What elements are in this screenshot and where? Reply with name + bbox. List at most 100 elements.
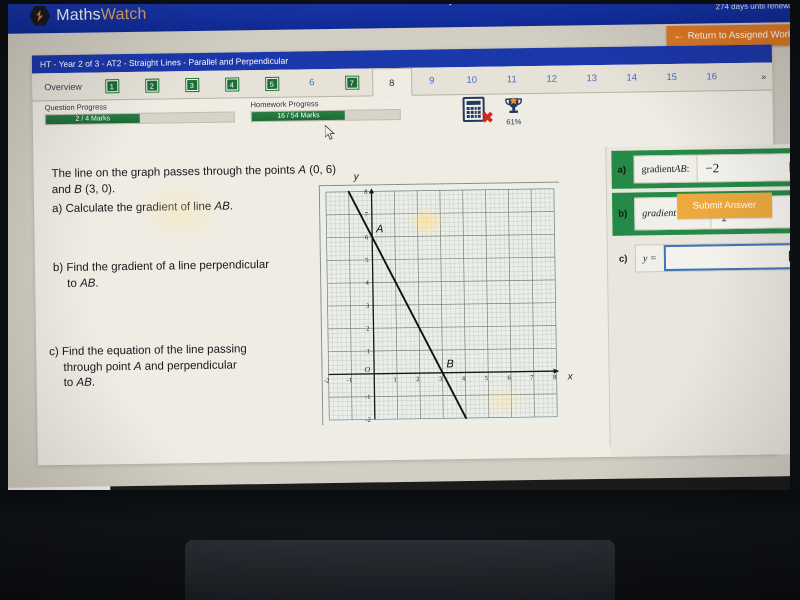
trophy-percent: 61% <box>506 117 522 127</box>
tab-question-16[interactable]: 16 <box>692 71 732 83</box>
logo-bolt-icon <box>34 10 46 22</box>
tab-question-2[interactable]: 2 <box>132 79 172 92</box>
question-progress: Question Progress 2 / 4 Marks <box>45 100 235 126</box>
answer-letter: a) <box>617 164 627 176</box>
part-a-prefix: a) Calculate the gradient of line <box>52 200 215 216</box>
y-tick-label: 1 <box>367 348 370 355</box>
tab-question-8[interactable]: 8 <box>371 67 412 97</box>
tab-label: 11 <box>506 74 517 86</box>
part-b-line2-var: AB <box>79 277 96 290</box>
screen-area: MathsWatch My Work Videos My Progress Ex… <box>0 0 800 512</box>
return-to-assigned-work-button[interactable]: ← Return to Assigned Work <box>666 24 800 48</box>
tabs-more-button[interactable]: » <box>761 71 772 81</box>
part-b-line2-suffix: . <box>95 276 99 290</box>
x-tick-label: 5 <box>485 375 488 382</box>
tab-question-15[interactable]: 15 <box>652 72 692 84</box>
x-tick-label: 3 <box>439 376 442 383</box>
part-b-line1: b) Find the gradient of a line perpendic… <box>52 258 270 275</box>
answer-row-a: a) gradient AB: −2+ <box>611 147 800 189</box>
logo-hexagon-icon <box>29 5 50 26</box>
part-a-suffix: . <box>229 200 234 213</box>
mathswatch-logo[interactable]: MathsWatch <box>29 4 147 27</box>
logo-maths-text: Maths <box>56 5 101 24</box>
part-c-line2-prefix: through point <box>63 360 134 374</box>
monitor-photo: MathsWatch My Work Videos My Progress Ex… <box>0 0 800 600</box>
back-arrow-icon: ← <box>673 30 684 42</box>
answer-value-text: −2 <box>705 160 720 176</box>
intro-prefix: The line on the graph passes through the… <box>51 164 299 181</box>
question-part-a: a) Calculate the gradient of line AB. <box>52 199 342 215</box>
monitor-bezel-left <box>0 0 8 520</box>
part-c-line3-var: AB <box>76 376 92 389</box>
tab-question-9[interactable]: 9 <box>412 75 452 87</box>
homework-progress-value: 16 / 54 Marks <box>277 112 320 120</box>
part-b-line2: to AB. <box>53 272 338 292</box>
tab-label: 8 <box>389 78 395 90</box>
tab-complete-badge: 3 <box>185 78 198 91</box>
tab-question-4[interactable]: 4 <box>212 77 252 91</box>
answer-panel: a)gradient AB:−2+b)gradient perp.:12+c)y… <box>611 147 800 331</box>
tab-question-1[interactable]: 1 <box>92 79 132 92</box>
tab-complete-badge: 1 <box>105 79 118 92</box>
answer-input-a[interactable]: −2+ <box>696 153 800 182</box>
origin-label: O <box>365 365 371 374</box>
part-a-var: AB <box>214 200 230 213</box>
monitor-bezel-top <box>0 0 800 4</box>
answer-letter: b) <box>618 208 628 220</box>
calculator-cross-icon: ✖ <box>481 109 494 127</box>
answer-box: gradient AB: −2+ <box>633 152 800 184</box>
answer-prompt-var: y = <box>642 252 657 264</box>
answer-prompt: y = <box>636 245 664 271</box>
tab-question-5[interactable]: 5 <box>252 77 292 90</box>
answer-box: y = + <box>634 241 800 273</box>
coordinate-graph: -2 -1 1 2 3 4 5 6 7 8 -2 -1 1 2 3 4 5 6 7 8 O y x A B <box>318 172 573 427</box>
part-c-line2-var: A <box>133 360 142 373</box>
tab-complete-badge: 7 <box>345 76 358 89</box>
question-progress-fill: 2 / 4 Marks <box>45 113 140 125</box>
question-intro: The line on the graph passes through the… <box>51 163 351 198</box>
tab-question-11[interactable]: 11 <box>492 74 532 86</box>
trophy-score: 61% <box>502 96 524 126</box>
homework-progress-label: Homework Progress <box>250 99 319 110</box>
tab-question-6[interactable]: 6 <box>292 77 332 89</box>
homework-progress-track: 16 / 54 Marks <box>250 108 401 123</box>
homework-progress: Homework Progress 16 / 54 Marks <box>250 98 401 123</box>
tab-question-7[interactable]: 7 <box>332 76 372 89</box>
tab-label: 9 <box>429 75 435 87</box>
x-tick-label: 8 <box>553 374 556 381</box>
question-part-b: b) Find the gradient of a line perpendic… <box>53 257 338 292</box>
tab-label: 13 <box>586 73 598 85</box>
calculator-not-allowed-icon: ✖ <box>462 96 494 127</box>
tab-question-13[interactable]: 13 <box>572 73 612 85</box>
x-tick-label: -2 <box>324 377 330 384</box>
y-tick-label: 5 <box>365 257 368 264</box>
submit-answer-button[interactable]: Submit Answer <box>676 192 773 219</box>
tab-label: 14 <box>626 72 638 84</box>
trophy-icon <box>502 96 524 118</box>
question-part-c: c) Find the equation of the line passing… <box>49 341 340 392</box>
y-tick-label: 3 <box>366 303 369 310</box>
y-tick-label: 8 <box>364 189 367 196</box>
answer-prompt-var: AB <box>674 163 687 175</box>
part-c-line3: to AB. <box>50 372 340 392</box>
tab-question-14[interactable]: 14 <box>612 72 652 84</box>
monitor-bezel-right <box>790 0 800 520</box>
tab-question-10[interactable]: 10 <box>452 75 492 87</box>
monitor-bezel-bottom <box>0 490 800 600</box>
tab-label: 16 <box>706 71 718 83</box>
part-b-line2-prefix: to <box>67 277 81 290</box>
intro-coord-b: (3, 0). <box>81 182 116 196</box>
answer-prompt: gradient AB: <box>641 163 690 175</box>
x-tick-label: 1 <box>393 376 396 383</box>
return-button-label: Return to Assigned Work <box>687 29 793 42</box>
y-axis-label: y <box>353 171 359 183</box>
tab-label: 12 <box>546 73 558 85</box>
tab-label: 6 <box>309 77 315 89</box>
tab-overview[interactable]: Overview <box>32 81 92 92</box>
monitor-stand <box>185 540 615 600</box>
answer-letter: c) <box>618 253 628 265</box>
tab-question-3[interactable]: 3 <box>172 78 212 91</box>
answer-input-c[interactable]: + <box>663 242 800 272</box>
tab-question-12[interactable]: 12 <box>532 73 572 85</box>
part-c-line3-prefix: to <box>63 376 77 390</box>
